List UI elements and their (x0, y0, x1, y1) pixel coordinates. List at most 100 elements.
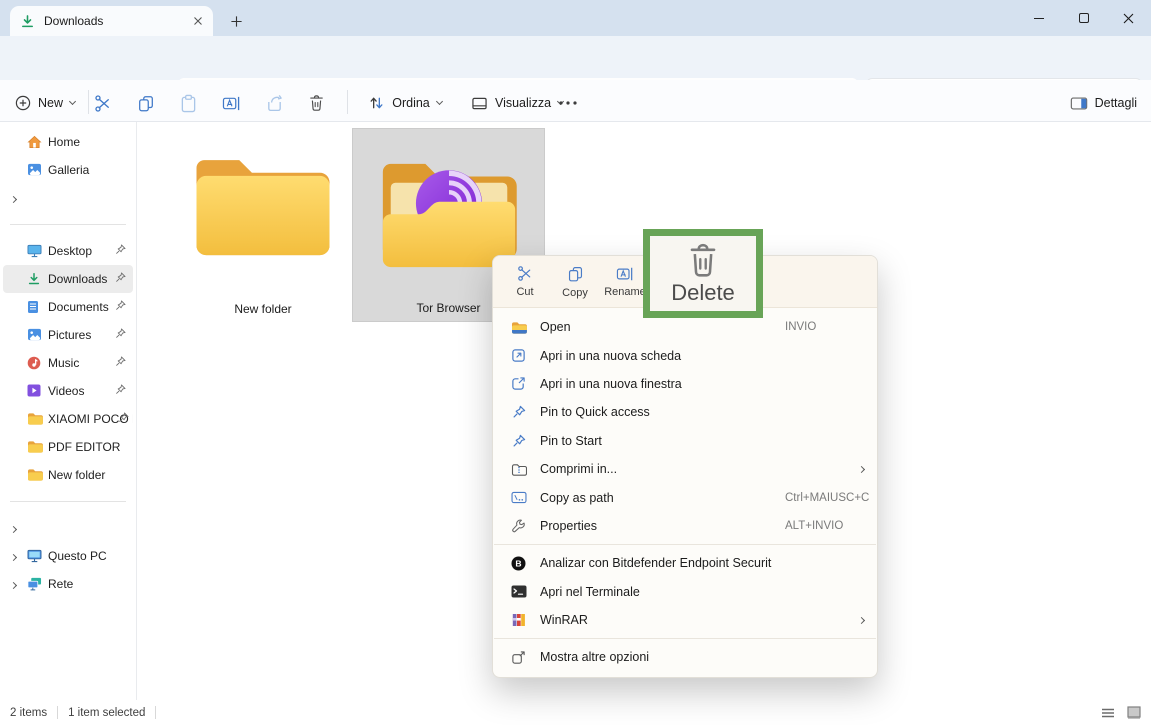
cut-icon (94, 94, 113, 113)
paste-button[interactable] (173, 88, 203, 118)
maximize-button[interactable] (1061, 0, 1106, 36)
menu-item-copy-as-path[interactable]: Copy as path Ctrl+MAIUSC+C (493, 483, 877, 511)
zip-folder-icon (510, 463, 527, 476)
ellipsis-icon (559, 101, 577, 105)
status-divider (155, 706, 156, 719)
rename-icon (222, 95, 241, 112)
menu-item-winrar[interactable]: WinRAR (493, 606, 877, 634)
new-button[interactable]: New (12, 88, 78, 118)
sidebar-item-questo-pc[interactable]: Questo PC (3, 542, 133, 570)
menu-item-show-more-options[interactable]: Mostra altre opzioni (493, 643, 877, 671)
menu-item-open-new-window[interactable]: Apri in una nuova finestra (493, 370, 877, 398)
sidebar-item-pictures[interactable]: Pictures (3, 321, 133, 349)
sidebar-divider (10, 501, 126, 502)
details-pane-icon (1070, 96, 1088, 111)
chevron-down-icon (436, 98, 443, 105)
sidebar-item-downloads[interactable]: Downloads (3, 265, 133, 293)
chevron-right-icon (10, 196, 17, 203)
sidebar-item-music[interactable]: Music (3, 349, 133, 377)
menu-item-open-new-tab[interactable]: Apri in una nuova scheda (493, 341, 877, 369)
details-view-toggle[interactable] (1101, 707, 1115, 719)
downloads-icon (27, 272, 43, 286)
menu-item-pin-quick-access[interactable]: Pin to Quick access (493, 398, 877, 426)
menu-item-pin-to-start[interactable]: Pin to Start (493, 427, 877, 455)
folder-icon (27, 468, 43, 482)
view-toggles (1101, 700, 1141, 725)
sort-button[interactable]: Ordina (362, 88, 448, 118)
minimize-button[interactable] (1016, 0, 1061, 36)
new-tab-button[interactable] (224, 9, 248, 33)
sidebar-item-xiaomi-poco[interactable]: XIAOMI POCO F (3, 405, 133, 433)
folder-icon (27, 412, 43, 426)
menu-item-bitdefender-scan[interactable]: B Analizar con Bitdefender Endpoint Secu… (493, 549, 877, 577)
network-icon (27, 577, 43, 591)
pin-icon (115, 328, 126, 342)
document-icon (27, 300, 43, 314)
menu-item-shortcut: ALT+INVIO (785, 520, 864, 532)
submenu-chevron-icon (858, 466, 865, 473)
maximize-icon (1079, 13, 1089, 23)
sidebar-item-home[interactable]: Home (3, 128, 133, 156)
gallery-icon (27, 163, 43, 177)
menu-item-label: Copy as path (540, 491, 772, 505)
sidebar-item-label: Questo PC (48, 549, 107, 563)
delete-button[interactable] (301, 88, 331, 118)
menu-item-label: WinRAR (540, 613, 754, 627)
details-button[interactable]: Dettagli (1070, 88, 1137, 118)
file-name: Tor Browser (416, 301, 480, 315)
file-new-folder[interactable]: New folder (165, 128, 361, 322)
sidebar-item-label: Documents (48, 300, 109, 314)
sidebar-item-videos[interactable]: Videos (3, 377, 133, 405)
close-button[interactable] (1106, 0, 1151, 36)
menu-item-properties[interactable]: Properties ALT+INVIO (493, 512, 877, 540)
sidebar-item-rete[interactable]: Rete (3, 570, 133, 598)
menu-item-label: Mostra altre opzioni (540, 650, 864, 664)
quick-action-label: Rename (604, 286, 646, 298)
sidebar-item-desktop[interactable]: Desktop (3, 237, 133, 265)
pin-icon (115, 384, 126, 398)
more-options-button[interactable] (552, 88, 584, 118)
sidebar-item-galleria[interactable]: Galleria (3, 156, 133, 184)
view-icon (471, 96, 488, 111)
tab-close-icon[interactable] (193, 16, 203, 26)
folder-icon (27, 440, 43, 454)
context-cut-button[interactable]: Cut (505, 265, 545, 298)
new-plus-icon (15, 95, 31, 111)
minimize-icon (1034, 18, 1044, 19)
open-new-window-icon (510, 376, 527, 391)
menu-item-label: Comprimi in... (540, 462, 754, 476)
menu-item-label: Apri nel Terminale (540, 585, 772, 599)
home-icon (27, 135, 43, 149)
navigation-pane: Home Galleria Desktop Downloads (0, 122, 137, 700)
plus-icon (230, 15, 243, 28)
sidebar-expander[interactable] (3, 514, 133, 542)
tab-downloads[interactable]: Downloads (10, 6, 213, 36)
rename-button[interactable] (216, 88, 246, 118)
details-button-label: Dettagli (1095, 96, 1137, 110)
share-button[interactable] (259, 88, 289, 118)
open-folder-icon (510, 321, 527, 334)
cut-button[interactable] (88, 88, 118, 118)
context-copy-button[interactable]: Copy (555, 265, 595, 299)
chevron-right-icon (10, 582, 17, 589)
sidebar-expander[interactable] (3, 184, 133, 212)
pin-icon (115, 300, 126, 314)
context-menu-items: Open INVIO Apri in una nuova scheda Apri… (493, 308, 877, 677)
delete-action-highlight[interactable]: Delete (643, 229, 763, 318)
sidebar-item-label: Galleria (48, 163, 89, 177)
large-icons-view-toggle[interactable] (1127, 706, 1141, 719)
download-icon (20, 14, 35, 29)
sidebar-item-pdf-editor[interactable]: PDF EDITOR (3, 433, 133, 461)
sidebar-item-documents[interactable]: Documents (3, 293, 133, 321)
rename-icon (616, 266, 634, 282)
menu-item-open-in-terminal[interactable]: Apri nel Terminale (493, 578, 877, 606)
menu-item-label: Analizar con Bitdefender Endpoint Securi… (540, 556, 864, 570)
menu-item-compress[interactable]: Comprimi in... (493, 455, 877, 483)
folder-icon (187, 144, 339, 268)
sidebar-item-new-folder[interactable]: New folder (3, 461, 133, 489)
menu-item-label: Pin to Start (540, 434, 772, 448)
bitdefender-icon: B (510, 556, 527, 571)
context-rename-button[interactable]: Rename (605, 266, 645, 298)
copy-button[interactable] (131, 88, 161, 118)
submenu-chevron-icon (858, 617, 865, 624)
